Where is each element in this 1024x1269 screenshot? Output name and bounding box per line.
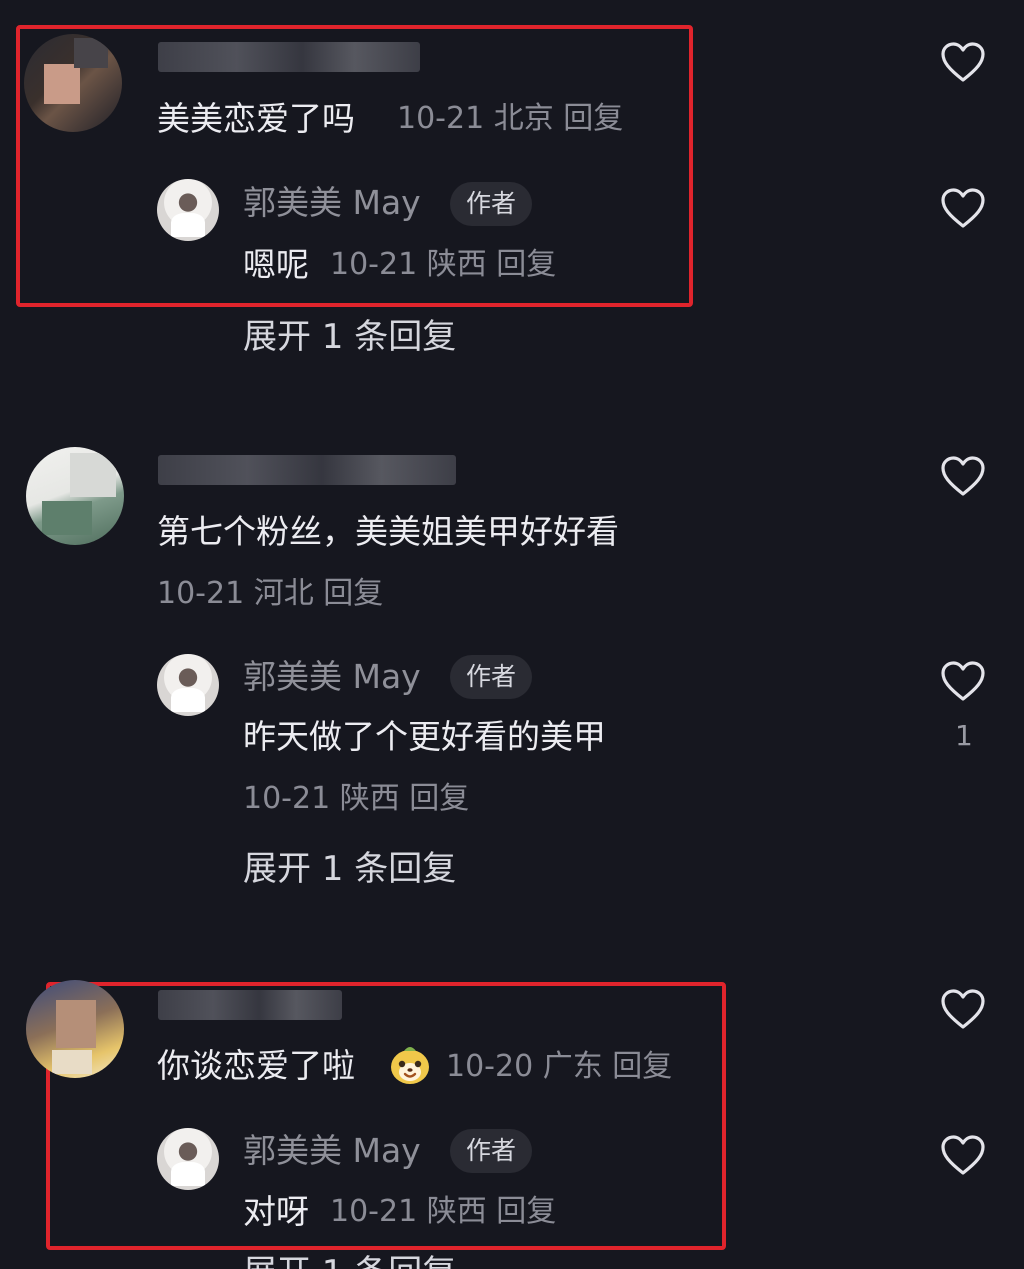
reply-text: 嗯呢 <box>243 245 309 284</box>
heart-outline-icon[interactable] <box>939 454 987 498</box>
comment-text: 第七个粉丝，美美姐美甲好好看 <box>157 512 619 551</box>
commenter-avatar[interactable] <box>26 980 124 1078</box>
like-count: 1 <box>955 719 973 752</box>
comment-meta: 10-21 河北 回复 <box>157 579 383 609</box>
comment-date: 10-21 <box>397 101 485 136</box>
expand-replies-button[interactable]: 展开 1 条回复 <box>243 852 456 886</box>
reply-date: 10-21 <box>330 1194 418 1229</box>
comment-location: 河北 <box>253 576 314 611</box>
dog-face-emoji <box>388 1042 432 1086</box>
expand-replies-button[interactable]: 展开 1 条回复 <box>243 320 456 354</box>
comment-date: 10-21 <box>157 576 245 611</box>
reply-location: 陕西 <box>426 1194 487 1229</box>
commenter-avatar[interactable] <box>24 34 122 132</box>
comment-meta: 10-21 北京 回复 <box>397 104 623 134</box>
reply-text: 昨天做了个更好看的美甲 <box>243 717 606 756</box>
heart-outline-icon[interactable] <box>939 1133 987 1177</box>
comment-text: 美美恋爱了吗 <box>157 99 355 138</box>
heart-outline-icon[interactable] <box>939 987 987 1031</box>
comment-date: 10-20 <box>446 1049 534 1084</box>
reply-link[interactable]: 回复 <box>323 576 383 611</box>
reply-meta: 10-21 陕西 回复 <box>243 784 469 814</box>
commenter-avatar[interactable] <box>26 447 124 545</box>
reply-date: 10-21 <box>243 781 331 816</box>
reply-link[interactable]: 回复 <box>563 101 623 136</box>
reply-link[interactable]: 回复 <box>612 1049 672 1084</box>
reply-link[interactable]: 回复 <box>496 1194 556 1229</box>
heart-outline-icon[interactable] <box>939 659 987 703</box>
comment-location: 广东 <box>542 1049 603 1084</box>
reply-author-name[interactable]: 郭美美 May <box>243 186 421 219</box>
author-avatar[interactable] <box>157 1128 219 1190</box>
author-badge: 作者 <box>450 655 533 699</box>
commenter-name-blurred <box>158 455 456 485</box>
comment-text: 你谈恋爱了啦 <box>157 1046 355 1085</box>
comment-meta: 10-20 广东 回复 <box>446 1052 672 1082</box>
expand-replies-label: 展开 1 条回复 <box>243 1256 473 1269</box>
reply-text: 对呀 <box>243 1192 309 1231</box>
heart-outline-icon[interactable] <box>939 40 987 84</box>
author-avatar[interactable] <box>157 654 219 716</box>
reply-author-name[interactable]: 郭美美 May <box>243 1134 421 1167</box>
reply-link[interactable]: 回复 <box>409 781 469 816</box>
expand-replies-button[interactable]: 展开 1 条回复 <box>243 1252 473 1269</box>
author-avatar[interactable] <box>157 179 219 241</box>
comment-location: 北京 <box>493 101 554 136</box>
reply-location: 陕西 <box>426 247 487 282</box>
reply-date: 10-21 <box>330 247 418 282</box>
reply-meta: 10-21 陕西 回复 <box>330 250 556 280</box>
heart-outline-icon[interactable] <box>939 186 987 230</box>
author-badge: 作者 <box>450 182 533 226</box>
reply-location: 陕西 <box>339 781 400 816</box>
author-badge: 作者 <box>450 1129 533 1173</box>
commenter-name-blurred <box>158 990 342 1020</box>
commenter-name-blurred <box>158 42 420 72</box>
reply-link[interactable]: 回复 <box>496 247 556 282</box>
reply-author-name[interactable]: 郭美美 May <box>243 660 421 693</box>
reply-meta: 10-21 陕西 回复 <box>330 1197 556 1227</box>
